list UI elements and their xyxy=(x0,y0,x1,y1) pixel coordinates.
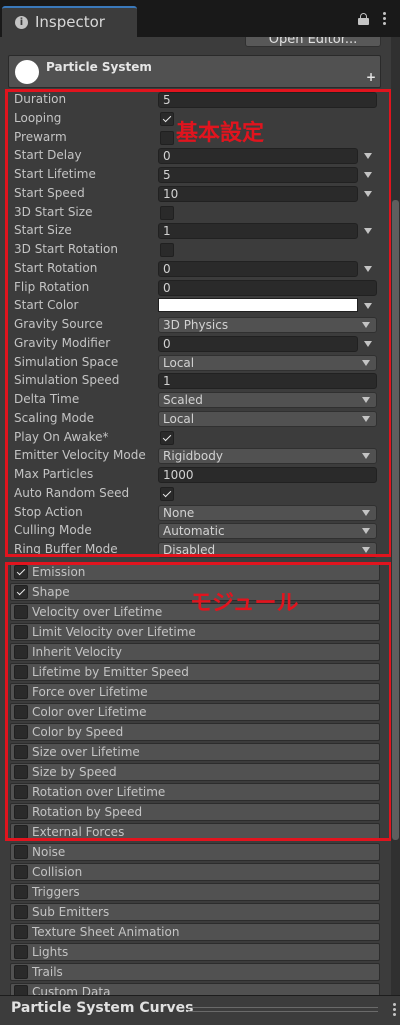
module-trails[interactable]: Trails xyxy=(10,963,380,981)
menu-icon[interactable] xyxy=(383,12,387,26)
module-label: Noise xyxy=(32,845,66,859)
module-custom-data[interactable]: Custom Data xyxy=(10,983,380,995)
module-enable-checkbox[interactable] xyxy=(14,965,28,979)
module-texture-sheet-animation[interactable]: Texture Sheet Animation xyxy=(10,923,380,941)
module-triggers[interactable]: Triggers xyxy=(10,883,380,901)
module-enable-checkbox[interactable] xyxy=(14,865,28,879)
module-label: Custom Data xyxy=(32,985,111,995)
open-editor-button[interactable]: Open Editor... xyxy=(245,37,381,47)
curves-menu-icon[interactable] xyxy=(393,1003,396,1018)
modules-annotation: モジュール xyxy=(190,591,299,616)
component-title: Particle System xyxy=(46,60,152,74)
particle-circle-icon xyxy=(15,60,39,84)
module-collision[interactable]: Collision xyxy=(10,863,380,881)
curves-panel[interactable]: Particle System Curves xyxy=(0,995,400,1025)
module-enable-checkbox[interactable] xyxy=(14,925,28,939)
tab-bar: i Inspector xyxy=(0,0,400,37)
module-enable-checkbox[interactable] xyxy=(14,905,28,919)
scrollbar-thumb[interactable] xyxy=(392,200,399,840)
module-label: Triggers xyxy=(32,885,80,899)
basic-settings-highlight xyxy=(5,89,392,557)
plus-icon[interactable]: + xyxy=(366,70,376,84)
module-sub-emitters[interactable]: Sub Emitters xyxy=(10,903,380,921)
module-label: Lights xyxy=(32,945,69,959)
resize-grip[interactable] xyxy=(188,1007,378,1012)
module-enable-checkbox[interactable] xyxy=(14,945,28,959)
module-enable-checkbox[interactable] xyxy=(14,845,28,859)
tab-title: Inspector xyxy=(35,13,105,31)
module-noise[interactable]: Noise xyxy=(10,843,380,861)
info-icon: i xyxy=(15,16,28,29)
lock-icon[interactable] xyxy=(358,13,369,25)
module-label: Trails xyxy=(32,965,63,979)
basic-settings-annotation: 基本設定 xyxy=(176,121,265,146)
module-lights[interactable]: Lights xyxy=(10,943,380,961)
module-label: Collision xyxy=(32,865,83,879)
component-header[interactable]: Particle System + xyxy=(8,55,381,88)
curves-title: Particle System Curves xyxy=(11,1000,194,1016)
module-label: Sub Emitters xyxy=(32,905,110,919)
tab-inspector[interactable]: i Inspector xyxy=(2,6,137,37)
module-enable-checkbox[interactable] xyxy=(14,985,28,995)
module-enable-checkbox[interactable] xyxy=(14,885,28,899)
inspector-content: Open Editor... Particle System + Duratio… xyxy=(0,37,400,995)
module-label: Texture Sheet Animation xyxy=(32,925,180,939)
